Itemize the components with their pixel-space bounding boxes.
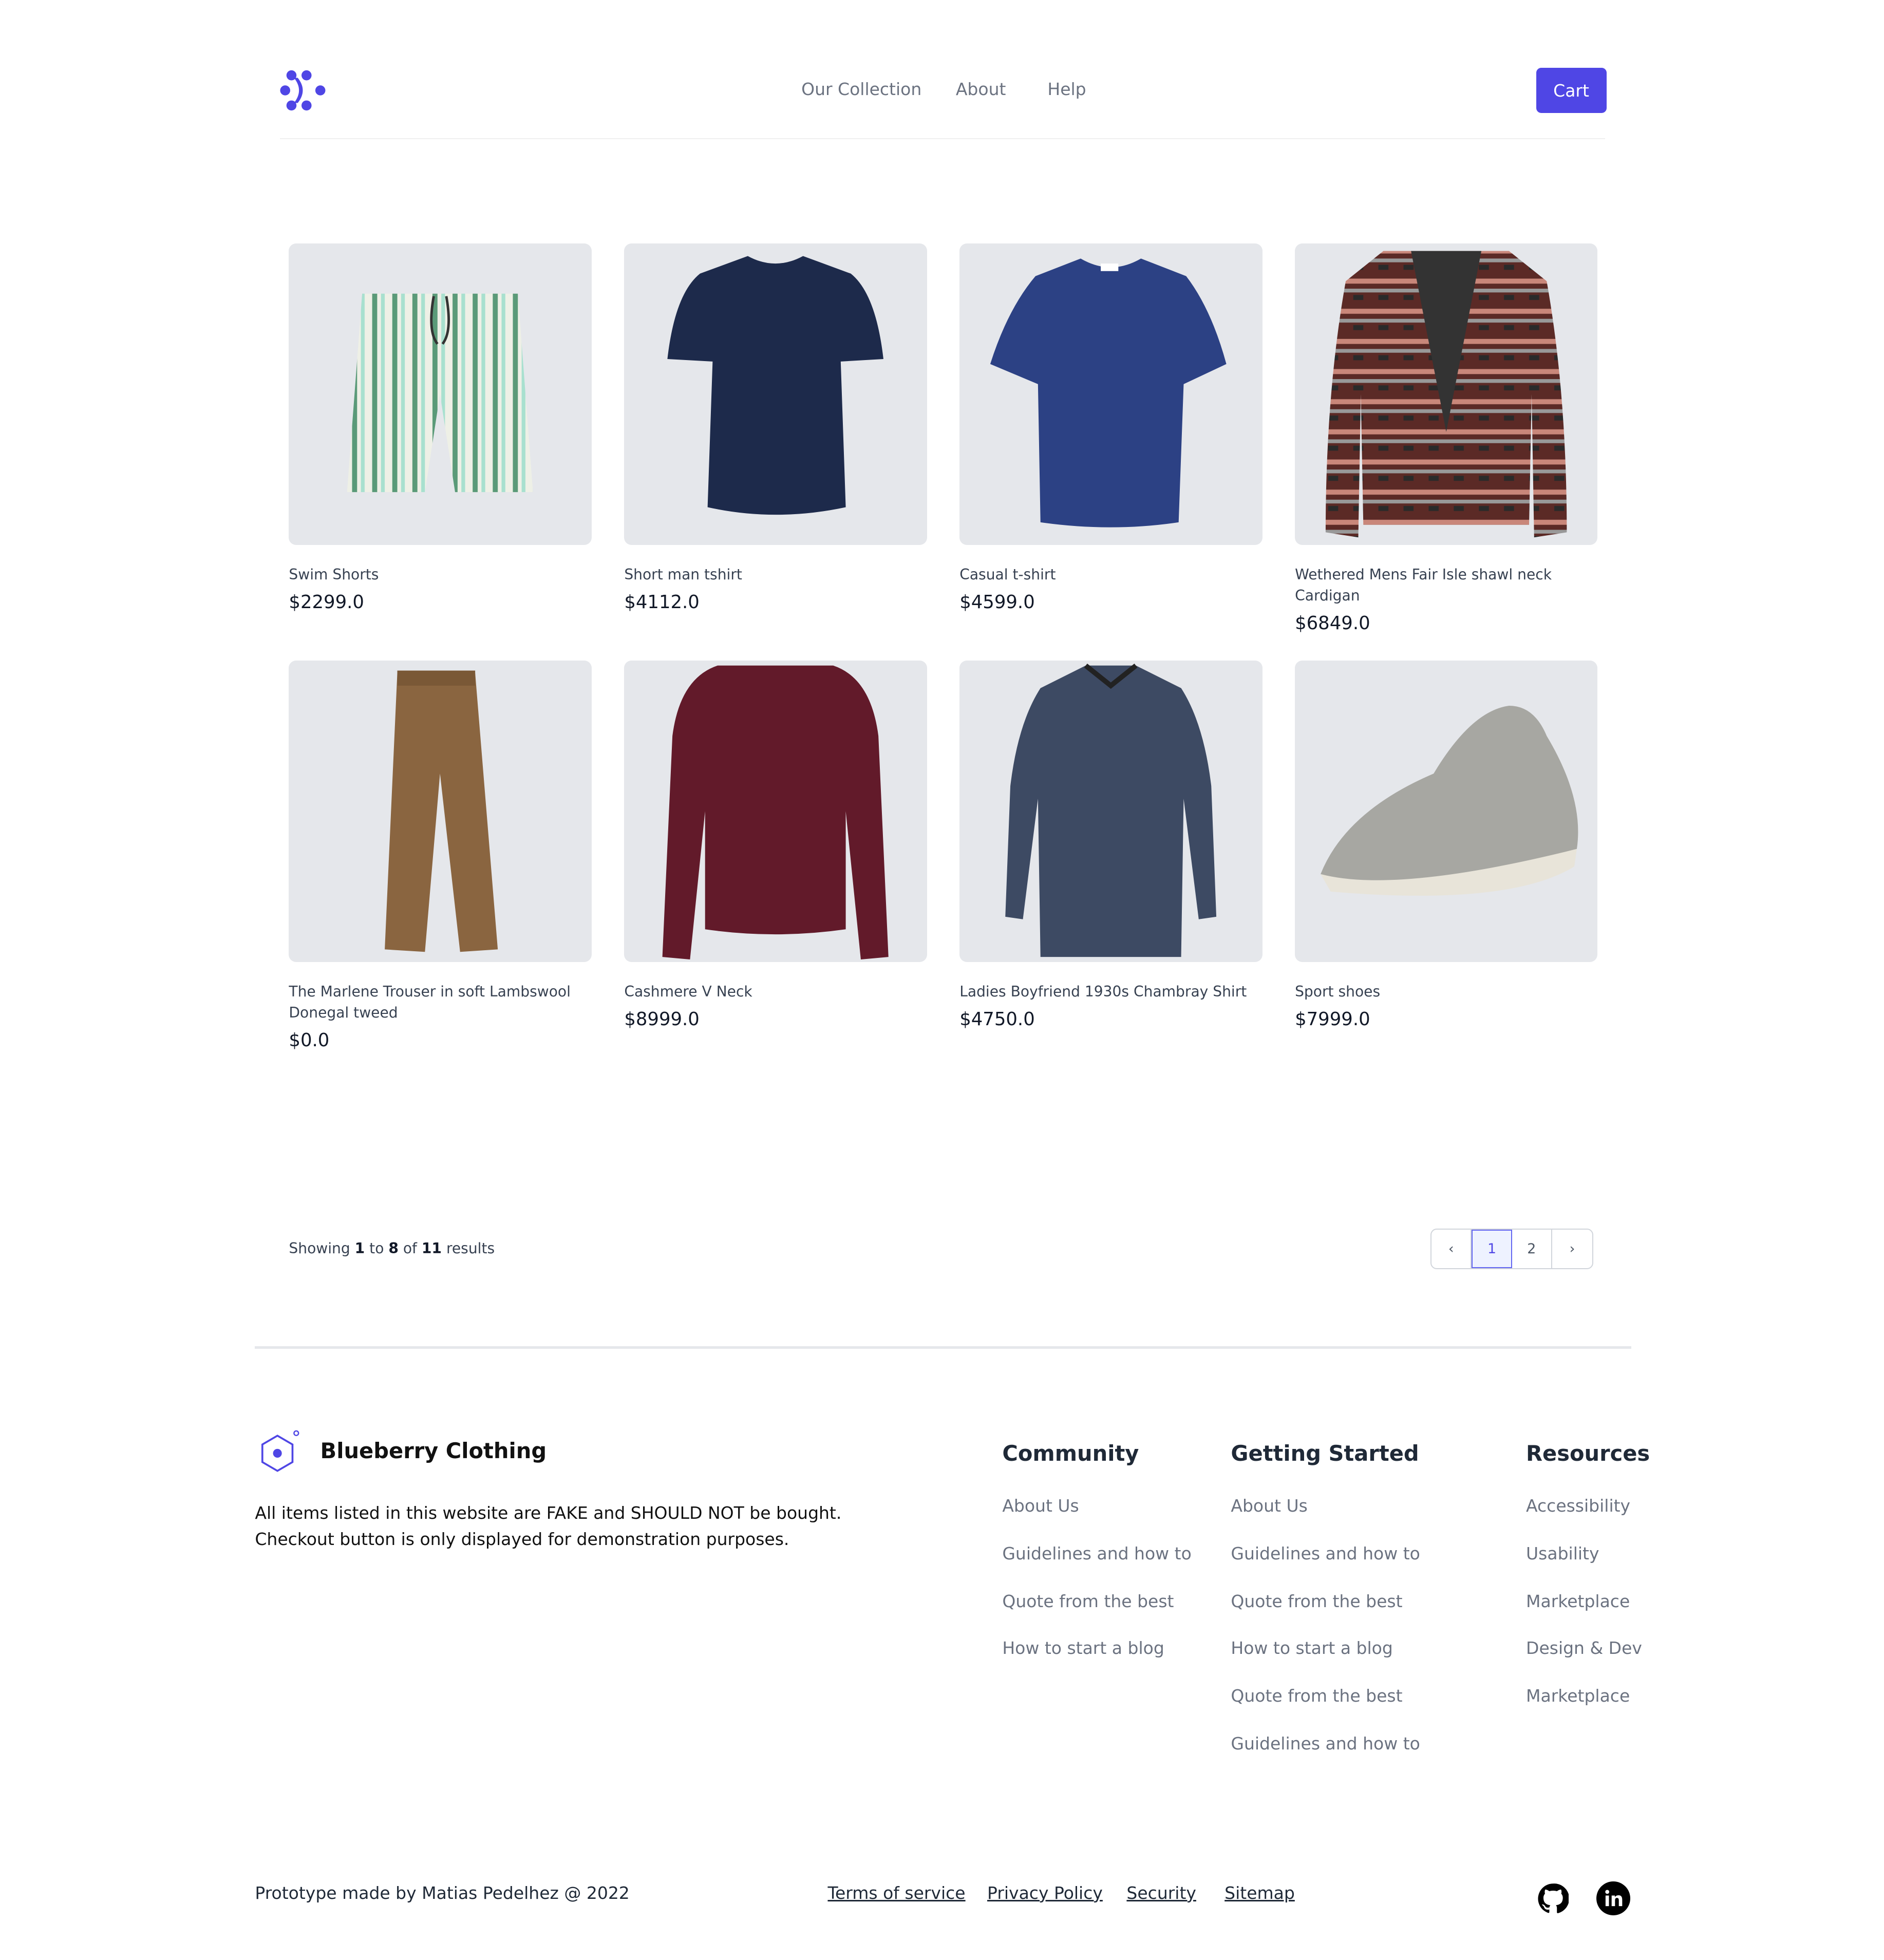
footer-credit: Prototype made by Matias Pedelhez @ 2022 [255, 1882, 630, 1903]
footer-link[interactable]: Quote from the best [1231, 1686, 1402, 1706]
header-divider [280, 138, 1606, 140]
product-image-cashmere-v-neck[interactable] [624, 661, 927, 963]
column-heading: Community [1002, 1440, 1139, 1466]
pagination: ‹ 1 2 › [1430, 1228, 1594, 1270]
nav-about[interactable]: About [956, 79, 1006, 99]
product-image-chambray-shirt[interactable] [959, 661, 1263, 963]
privacy-link[interactable]: Privacy Policy [987, 1883, 1103, 1903]
product-name[interactable]: Casual t-shirt [959, 564, 1262, 586]
product-name[interactable]: Ladies Boyfriend 1930s Chambray Shirt [959, 981, 1262, 1003]
footer-link[interactable]: About Us [1002, 1496, 1079, 1516]
product-card[interactable]: Swim Shorts $2299.0 [289, 243, 592, 613]
product-price: $0.0 [289, 1030, 330, 1051]
product-name[interactable]: Swim Shorts [289, 564, 591, 586]
product-card[interactable]: Short man tshirt $4112.0 [624, 243, 927, 613]
footer-link[interactable]: Guidelines and how to [1231, 1733, 1420, 1754]
footer-brand-name: Blueberry Clothing [320, 1438, 547, 1463]
linkedin-icon[interactable] [1596, 1881, 1630, 1916]
product-image-fair-isle-cardigan[interactable] [1295, 243, 1598, 545]
product-price: $7999.0 [1295, 1008, 1370, 1030]
column-heading: Resources [1526, 1440, 1650, 1466]
product-image-casual-tshirt[interactable] [959, 243, 1263, 545]
product-card[interactable]: The Marlene Trouser in soft Lambswool Do… [289, 661, 592, 1051]
product-price: $4750.0 [959, 1008, 1035, 1030]
product-card[interactable]: Cashmere V Neck $8999.0 [624, 661, 927, 1030]
product-name[interactable]: Wethered Mens Fair Isle shawl neck Cardi… [1295, 564, 1597, 607]
product-image-swim-shorts[interactable] [289, 243, 592, 545]
page-2-button[interactable]: 2 [1512, 1229, 1552, 1269]
product-price: $6849.0 [1295, 613, 1370, 634]
footer-link[interactable]: Usability [1526, 1543, 1599, 1563]
product-name[interactable]: Short man tshirt [624, 564, 927, 586]
product-name[interactable]: Cashmere V Neck [624, 981, 927, 1003]
footer-link[interactable]: Guidelines and how to [1002, 1543, 1191, 1563]
footer-link[interactable]: Design & Dev [1526, 1638, 1642, 1658]
product-card[interactable]: Sport shoes $7999.0 [1295, 661, 1598, 1030]
product-image-marlene-trouser[interactable] [289, 661, 592, 963]
product-image-short-man-tshirt[interactable] [624, 243, 927, 545]
product-price: $4112.0 [624, 591, 700, 613]
product-price: $2299.0 [289, 591, 364, 613]
page-1-button[interactable]: 1 [1472, 1229, 1512, 1269]
brand-hexagon-icon [261, 1430, 299, 1472]
footer-disclaimer: All items listed in this website are FAK… [255, 1502, 842, 1550]
github-icon[interactable] [1537, 1883, 1569, 1914]
footer-link[interactable]: How to start a blog [1231, 1638, 1392, 1658]
footer-link[interactable]: Quote from the best [1002, 1591, 1174, 1611]
product-card[interactable]: Casual t-shirt $4599.0 [959, 243, 1263, 613]
nav-help[interactable]: Help [1047, 79, 1086, 99]
results-summary: Showing 1 to 8 of 11 results [289, 1239, 495, 1257]
footer-link[interactable]: Marketplace [1526, 1686, 1630, 1706]
logo-icon[interactable] [279, 68, 327, 113]
product-price: $4599.0 [959, 591, 1035, 613]
footer-link[interactable]: Guidelines and how to [1231, 1543, 1420, 1563]
terms-link[interactable]: Terms of service [827, 1883, 965, 1903]
security-link[interactable]: Security [1126, 1883, 1196, 1903]
footer-link[interactable]: About Us [1231, 1496, 1307, 1516]
footer-link[interactable]: Marketplace [1526, 1591, 1630, 1611]
product-card[interactable]: Ladies Boyfriend 1930s Chambray Shirt $4… [959, 661, 1263, 1030]
footer-link[interactable]: How to start a blog [1002, 1638, 1164, 1658]
footer-divider [255, 1346, 1632, 1349]
nav-our-collection[interactable]: Our Collection [801, 79, 921, 99]
cart-button[interactable]: Cart [1536, 68, 1607, 114]
product-card[interactable]: Wethered Mens Fair Isle shawl neck Cardi… [1295, 243, 1598, 634]
product-image-sport-shoes[interactable] [1295, 661, 1598, 963]
next-page-button[interactable]: › [1552, 1230, 1592, 1269]
footer-link[interactable]: Quote from the best [1231, 1591, 1402, 1611]
chevron-left-icon: ‹ [1448, 1240, 1454, 1257]
product-name[interactable]: Sport shoes [1295, 981, 1597, 1003]
column-heading: Getting Started [1231, 1440, 1419, 1466]
sitemap-link[interactable]: Sitemap [1224, 1883, 1295, 1903]
product-name[interactable]: The Marlene Trouser in soft Lambswool Do… [289, 981, 591, 1024]
footer-link[interactable]: Accessibility [1526, 1496, 1630, 1516]
product-price: $8999.0 [624, 1008, 700, 1030]
previous-page-button[interactable]: ‹ [1431, 1229, 1472, 1269]
chevron-right-icon: › [1569, 1240, 1575, 1257]
